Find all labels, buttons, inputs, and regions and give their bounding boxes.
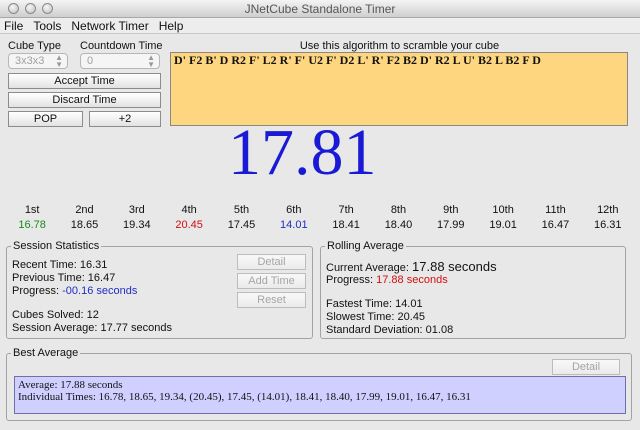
- rolling-average-title: Rolling Average: [325, 240, 406, 252]
- history-value: 16.47: [541, 219, 570, 231]
- history-value: 18.65: [70, 219, 99, 231]
- menu-help[interactable]: Help: [159, 19, 184, 33]
- session-statistics-title: Session Statistics: [11, 240, 102, 252]
- menu-file[interactable]: File: [4, 19, 23, 33]
- history-label: 10th: [492, 204, 514, 216]
- current-average-label: Current Average:: [326, 262, 409, 274]
- history-label: 11th: [545, 204, 566, 216]
- history-values: 16.78 18.65 19.34 20.45 17.45 14.01 18.4…: [6, 219, 634, 231]
- accept-time-button[interactable]: Accept Time: [8, 73, 161, 89]
- rolling-progress-value: 17.88 seconds: [376, 274, 448, 286]
- history-value: 20.45: [175, 219, 203, 231]
- slowest-time: Slowest Time: 20.45: [326, 311, 426, 323]
- menu-tools[interactable]: Tools: [33, 19, 61, 33]
- cubes-solved: Cubes Solved: 12: [12, 309, 99, 321]
- add-time-button[interactable]: Add Time: [237, 273, 306, 289]
- menu-network-timer[interactable]: Network Timer: [71, 19, 148, 33]
- history-label: 7th: [338, 204, 354, 216]
- history-label: 9th: [443, 204, 459, 216]
- best-average-line: Average: 17.88 seconds: [18, 379, 123, 391]
- session-statistics-group: Session Statistics Recent Time: 16.31 Pr…: [6, 240, 313, 339]
- history-value: 16.78: [18, 219, 46, 231]
- history-value: 18.41: [332, 219, 360, 231]
- rolling-average-group: Rolling Average Current Average: 17.88 s…: [320, 240, 626, 339]
- countdown-value: 0: [87, 55, 94, 67]
- reset-button[interactable]: Reset: [237, 292, 306, 308]
- session-average: Session Average: 17.77 seconds: [12, 322, 173, 334]
- history-value: 16.31: [594, 219, 622, 231]
- history-labels: 1st 2nd 3rd 4th 5th 6th 7th 8th 9th 10th…: [6, 204, 634, 216]
- history-value: 18.40: [384, 219, 413, 231]
- session-progress-value: -00.16 seconds: [62, 285, 138, 297]
- history-label: 6th: [286, 204, 302, 216]
- current-average-value: 17.88 seconds: [412, 259, 497, 274]
- history-value: 17.45: [227, 219, 256, 231]
- history-value: 19.01: [489, 219, 517, 231]
- standard-deviation: Standard Deviation: 01.08: [326, 324, 454, 336]
- stepper-arrows-icon: ▲ ▼: [55, 53, 63, 69]
- best-average-box: Average: 17.88 seconds Individual Times:…: [14, 376, 626, 414]
- cube-type-label: Cube Type: [8, 40, 62, 52]
- menu-bar: File Tools Network Timer Help: [0, 18, 640, 34]
- best-times-line: Individual Times: 16.78, 18.65, 19.34, (…: [18, 391, 471, 403]
- history-label: 4th: [181, 204, 197, 216]
- timer-display: 17.81: [228, 116, 377, 189]
- session-progress: Progress: -00.16 seconds: [12, 285, 137, 297]
- rolling-progress-label: Progress:: [326, 274, 374, 286]
- title-bar: JNetCube Standalone Timer: [0, 0, 640, 18]
- scramble-text: D' F2 B' D R2 F' L2 R' F' U2 F' D2 L' R'…: [174, 53, 541, 67]
- history-label: 8th: [390, 204, 407, 216]
- window-title: JNetCube Standalone Timer: [244, 2, 396, 16]
- session-detail-button[interactable]: Detail: [237, 254, 306, 270]
- discard-time-button[interactable]: Discard Time: [8, 92, 161, 108]
- scramble-heading: Use this algorithm to scramble your cube: [299, 40, 500, 52]
- plus-two-button[interactable]: +2: [89, 111, 161, 127]
- history-value: 17.99: [437, 219, 465, 231]
- stepper-arrows-icon: ▲ ▼: [147, 53, 155, 69]
- countdown-select[interactable]: 0 ▲ ▼: [80, 53, 160, 69]
- current-average: Current Average: 17.88 seconds: [326, 259, 497, 274]
- history-label: 1st: [24, 204, 40, 216]
- recent-time: Recent Time: 16.31: [12, 259, 108, 271]
- history-label: 5th: [233, 204, 250, 216]
- best-detail-button[interactable]: Detail: [552, 359, 620, 375]
- history-value: 14.01: [280, 219, 308, 231]
- scramble-box: D' F2 B' D R2 F' L2 R' F' U2 F' D2 L' R'…: [170, 52, 628, 126]
- pop-button[interactable]: POP: [8, 111, 83, 127]
- countdown-label: Countdown Time: [80, 40, 163, 52]
- history-label: 12th: [597, 204, 619, 216]
- cube-type-select[interactable]: 3x3x3 ▲ ▼: [8, 53, 68, 69]
- session-progress-label: Progress:: [12, 285, 60, 297]
- previous-time: Previous Time: 16.47: [12, 272, 116, 284]
- history-label: 3rd: [128, 204, 145, 216]
- rolling-progress: Progress: 17.88 seconds: [326, 274, 448, 286]
- history-label: 2nd: [75, 204, 94, 216]
- fastest-time: Fastest Time: 14.01: [326, 298, 423, 310]
- cube-type-value: 3x3x3: [15, 55, 45, 67]
- best-average-title: Best Average: [11, 347, 81, 359]
- history-value: 19.34: [123, 219, 151, 231]
